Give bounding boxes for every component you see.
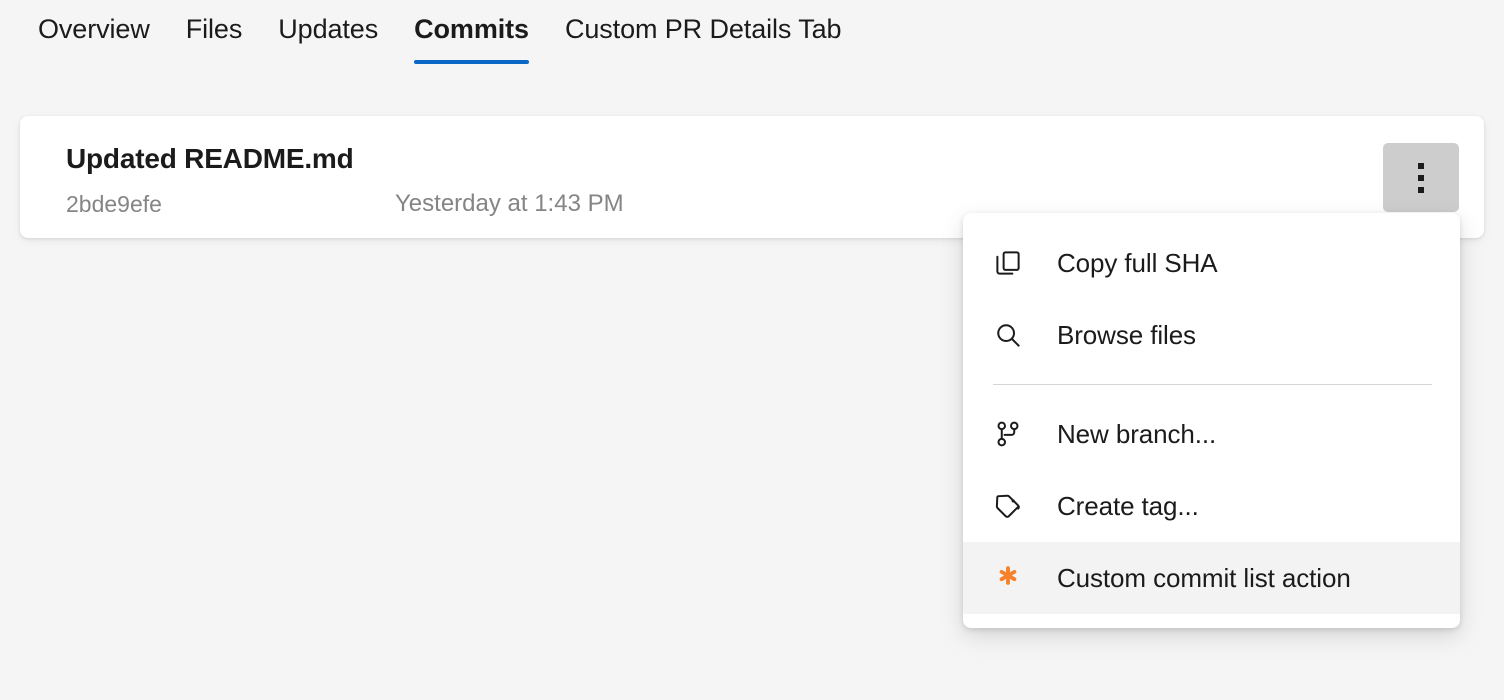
more-vertical-icon (1418, 163, 1424, 193)
tab-updates-label: Updates (278, 12, 378, 46)
tab-overview[interactable]: Overview (20, 0, 168, 88)
tab-updates[interactable]: Updates (260, 0, 396, 88)
tab-commits-label: Commits (414, 12, 529, 46)
menu-item-browse-files[interactable]: Browse files (963, 299, 1460, 371)
copy-icon (993, 243, 1033, 283)
tab-updates-underline (278, 60, 378, 64)
menu-item-copy-full-sha-label: Copy full SHA (1057, 247, 1218, 279)
tab-overview-underline (38, 60, 150, 64)
tab-files-underline (186, 60, 243, 64)
commit-timestamp: Yesterday at 1:43 PM (395, 189, 624, 219)
tab-files[interactable]: Files (168, 0, 261, 88)
tab-commits-underline (414, 60, 529, 64)
commit-context-menu: Copy full SHA Browse files New branch... (963, 213, 1460, 628)
tab-overview-label: Overview (38, 12, 150, 46)
menu-item-copy-full-sha[interactable]: Copy full SHA (963, 227, 1460, 299)
search-icon (993, 315, 1033, 355)
tab-custom-pr-details[interactable]: Custom PR Details Tab (547, 0, 860, 88)
menu-item-new-branch-label: New branch... (1057, 418, 1216, 450)
asterisk-icon (993, 558, 1033, 598)
tab-commits[interactable]: Commits (396, 0, 547, 88)
branch-icon (993, 414, 1033, 454)
commit-title: Updated README.md (66, 142, 354, 176)
commit-sha: 2bde9efe (66, 190, 162, 218)
pr-details-tab-bar: Overview Files Updates Commits Custom PR… (0, 0, 1504, 88)
tab-files-label: Files (186, 12, 243, 46)
tab-custom-pr-details-underline (565, 60, 842, 64)
menu-item-browse-files-label: Browse files (1057, 319, 1196, 351)
menu-separator (993, 384, 1432, 385)
menu-item-new-branch[interactable]: New branch... (963, 398, 1460, 470)
commit-more-actions-button[interactable] (1383, 143, 1459, 212)
tab-custom-pr-details-label: Custom PR Details Tab (565, 12, 842, 46)
menu-item-create-tag-label: Create tag... (1057, 490, 1199, 522)
menu-item-custom-commit-list-action-label: Custom commit list action (1057, 562, 1351, 594)
menu-item-create-tag[interactable]: Create tag... (963, 470, 1460, 542)
tag-icon (993, 486, 1033, 526)
menu-item-custom-commit-list-action[interactable]: Custom commit list action (963, 542, 1460, 614)
